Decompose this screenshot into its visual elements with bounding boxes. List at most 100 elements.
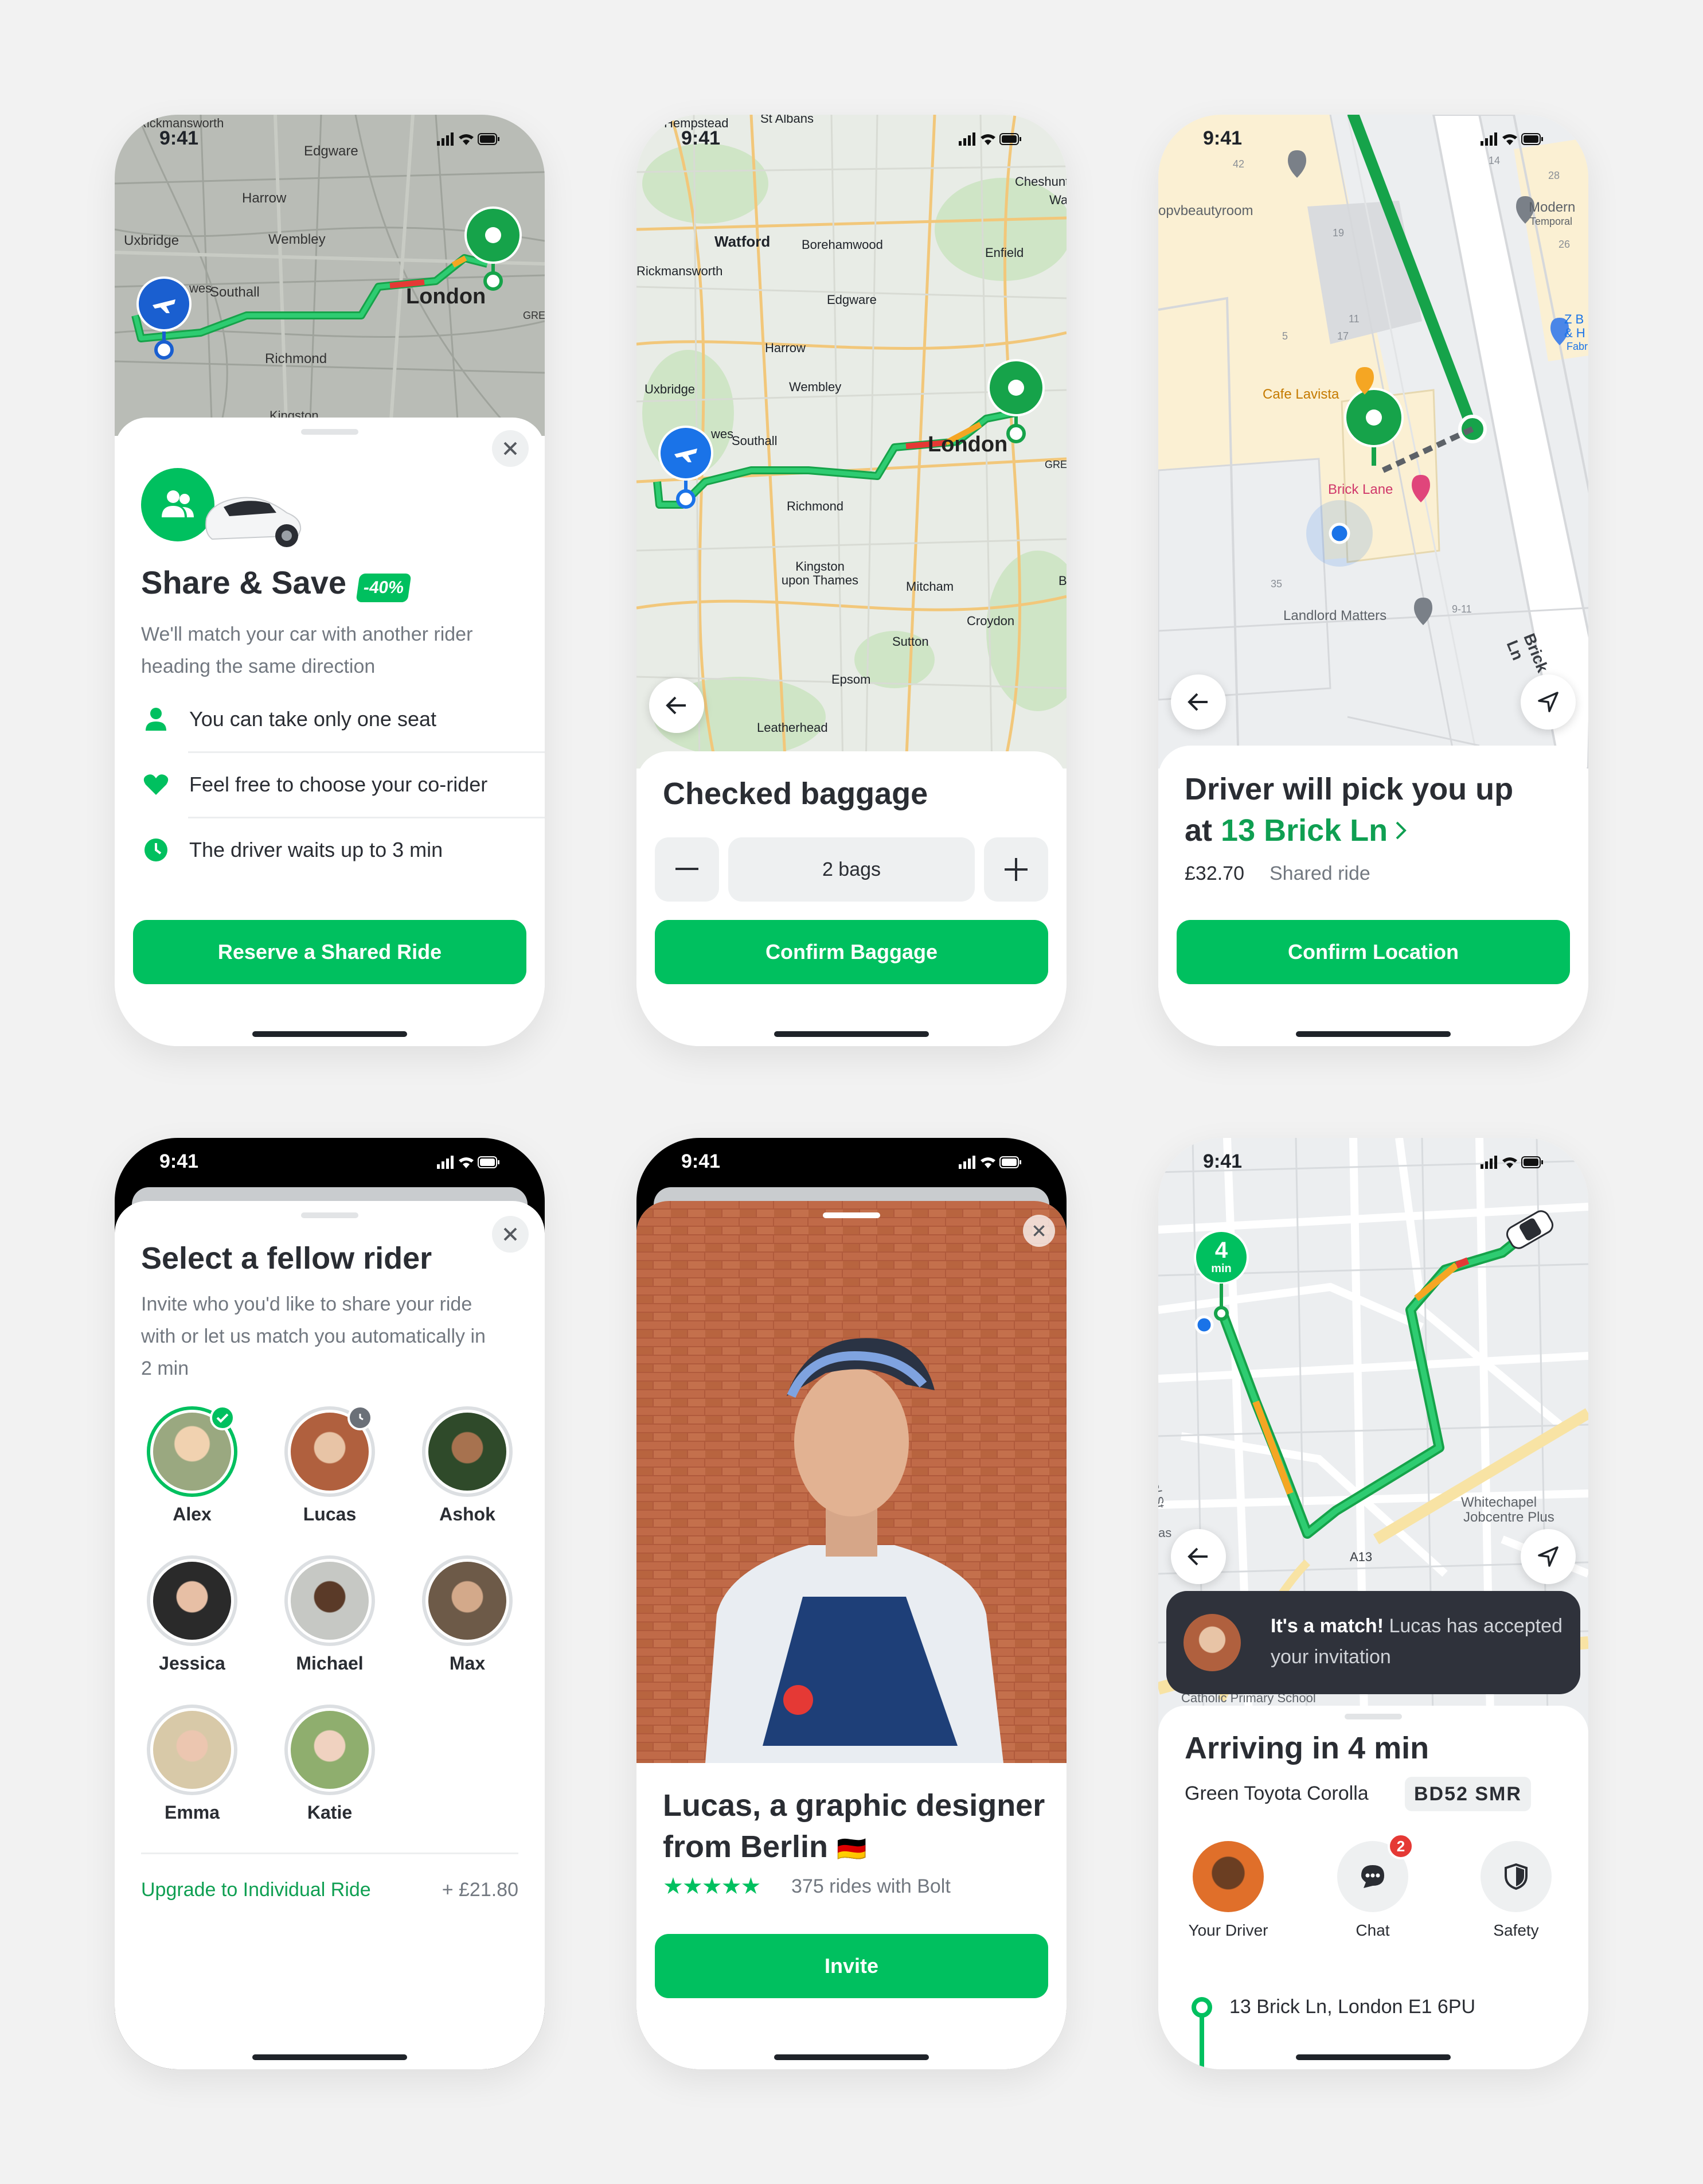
close-icon (503, 1227, 517, 1241)
toast-bold: It's a match! (1271, 1615, 1384, 1637)
map-label: Southall (210, 284, 260, 300)
selected-check-icon (210, 1405, 235, 1430)
reserve-shared-ride-button[interactable]: Reserve a Shared Ride (133, 920, 526, 984)
rider-name: Emma (164, 1802, 220, 1823)
sheet-grabber[interactable] (823, 1212, 880, 1218)
status-icons (437, 1156, 499, 1169)
back-button[interactable] (649, 678, 704, 733)
sheet-title: Checked baggage (663, 777, 928, 811)
baggage-count: 2 bags (728, 837, 975, 902)
chat-label: Chat (1356, 1921, 1390, 1939)
home-indicator (252, 2054, 407, 2060)
chevron-right-icon (1396, 821, 1407, 840)
pending-clock-icon (347, 1405, 373, 1430)
safety-label: Safety (1493, 1921, 1539, 1939)
street-map[interactable]: opvbeautyroom Cafe Lavista Brick Lane La… (1158, 115, 1588, 769)
map-label: wes (189, 281, 212, 295)
your-driver-button[interactable] (1193, 1841, 1264, 1912)
person-icon (146, 708, 166, 731)
shield-icon (1505, 1863, 1528, 1890)
upgrade-price: + £21.80 (442, 1879, 518, 1901)
status-time: 9:41 (159, 127, 199, 149)
clock-icon (144, 838, 167, 861)
screen-rider-profile: 9:41 Lucas, a graphic designer from Berl… (636, 1138, 1067, 2069)
map-label: Mitcham (906, 579, 954, 594)
rider-avatar-jessica[interactable] (147, 1555, 237, 1646)
back-button[interactable] (1171, 1529, 1226, 1584)
increase-button[interactable] (984, 837, 1048, 902)
arriving-title: Arriving in 4 min (1185, 1731, 1429, 1765)
confirm-baggage-button[interactable]: Confirm Baggage (655, 920, 1048, 984)
feature-text: Feel free to choose your co-rider (189, 773, 488, 796)
close-button[interactable] (492, 430, 529, 467)
rider-avatar-ashok[interactable] (422, 1406, 513, 1497)
home-indicator (774, 1031, 929, 1037)
feature-row: You can take only one seat (141, 687, 436, 751)
status-icons (959, 132, 1021, 146)
your-driver-label: Your Driver (1188, 1921, 1268, 1939)
divider (141, 1852, 518, 1854)
status-time: 9:41 (159, 1150, 199, 1172)
map-label: Wembley (268, 232, 326, 247)
safety-button[interactable] (1481, 1841, 1552, 1912)
rider-avatar-michael[interactable] (284, 1555, 375, 1646)
rider-name: Ashok (439, 1504, 495, 1524)
rider-avatar-emma[interactable] (147, 1705, 237, 1795)
confirm-location-button[interactable]: Confirm Location (1177, 920, 1570, 984)
sheet-title: Select a fellow rider (141, 1241, 432, 1276)
arrow-left-icon (666, 696, 686, 715)
home-indicator (1296, 2054, 1451, 2060)
map-label: GRE (523, 310, 545, 321)
status-time: 9:41 (1203, 127, 1243, 149)
match-toast[interactable]: It's a match! Lucas has accepted your in… (1166, 1591, 1580, 1694)
my-location-button[interactable] (1521, 674, 1576, 730)
fellow-rider-sheet: Select a fellow rider Invite who you'd l… (115, 1201, 545, 2069)
ride-type: Shared ride (1270, 863, 1370, 884)
status-time: 9:41 (681, 1150, 721, 1172)
close-button[interactable] (1023, 1215, 1055, 1247)
sheet-grabber[interactable] (301, 1212, 358, 1218)
feature-row: The driver waits up to 3 min (141, 818, 443, 882)
status-bar: 9:41 (115, 1138, 545, 1190)
pickup-address-link[interactable]: 13 Brick Ln (1221, 813, 1388, 848)
feature-text: The driver waits up to 3 min (189, 838, 443, 861)
screen-select-fellow-rider: 9:41 Select a fellow rider Invite who yo… (115, 1138, 545, 2069)
rider-name: Lucas (303, 1504, 357, 1524)
status-bar: 9:41 (1158, 1138, 1588, 1190)
rider-avatar-katie[interactable] (284, 1705, 375, 1795)
status-icons (959, 1156, 1021, 1169)
upgrade-individual-ride-link[interactable]: Upgrade to Individual Ride (141, 1879, 371, 1901)
status-bar: 9:41 (115, 115, 545, 166)
route-map[interactable]: Hempstead St Albans Cheshunt Waltham Wat… (636, 115, 1067, 769)
sheet-grabber[interactable] (301, 429, 358, 435)
map-label: Enfield (985, 245, 1024, 260)
car-image (205, 497, 302, 547)
rider-avatar-max[interactable] (422, 1555, 513, 1646)
my-location-button[interactable] (1521, 1529, 1576, 1584)
map-poi-label: Modern (1529, 200, 1576, 215)
map-label: Epsom (831, 672, 871, 687)
road-label: as (1158, 1526, 1172, 1540)
sheet-description: We'll match your car with another rider … (141, 623, 473, 677)
chat-notification-badge: 2 (1388, 1833, 1414, 1859)
map-label: Leatherhead (757, 720, 828, 735)
pickup-title-line1: Driver will pick you up (1185, 772, 1514, 806)
map-label: Kingston upon Thames (781, 559, 859, 587)
destination-address: 13 Brick Ln, London E1 6PU (1229, 1996, 1476, 2018)
pickup-title-line2[interactable]: at 13 Brick Ln (1185, 810, 1408, 851)
star-rating: ★★★★★ (663, 1874, 761, 1899)
house-number: 26 (1559, 239, 1571, 250)
back-button[interactable] (1171, 674, 1226, 730)
map-label: Edgware (827, 292, 877, 307)
close-button[interactable] (492, 1216, 529, 1253)
map-label: Richmond (265, 351, 327, 366)
rider-name: Katie (307, 1802, 353, 1823)
profile-sheet: Lucas, a graphic designer from Berlin 🇩🇪… (636, 1201, 1067, 2069)
house-number: 11 (1349, 313, 1360, 325)
map-label: Harrow (242, 190, 287, 206)
profile-title: Lucas, a graphic designer from Berlin 🇩🇪 (663, 1785, 1053, 1870)
decrease-button[interactable] (655, 837, 719, 902)
close-icon (1033, 1225, 1045, 1237)
invite-button[interactable]: Invite (655, 1934, 1048, 1998)
sheet-grabber[interactable] (1345, 1714, 1402, 1719)
